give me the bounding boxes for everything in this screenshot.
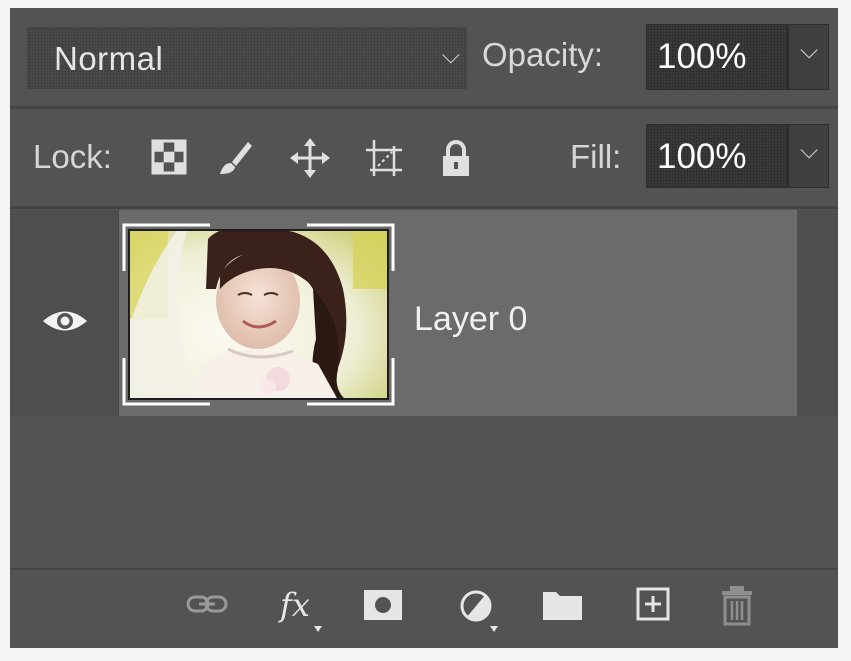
fill-dropdown-button[interactable]: ⌵: [788, 124, 829, 188]
layer-thumbnail-image: [128, 229, 389, 400]
svg-text:fx: fx: [278, 586, 310, 624]
layer-name[interactable]: Layer 0: [414, 300, 527, 339]
fill-label: Fill:: [570, 138, 622, 175]
blend-mode-select[interactable]: Normal ⌵: [27, 27, 467, 89]
layers-panel: Normal ⌵ Opacity: 100% ⌵ Lock: Fill: 100…: [10, 8, 838, 648]
fill-input[interactable]: 100%: [646, 124, 788, 188]
eye-icon: [43, 311, 87, 331]
divider: [10, 206, 838, 209]
lock-image-pixels-icon[interactable]: [212, 136, 256, 180]
fill-value: 100%: [657, 137, 747, 176]
chevron-down-icon: ⌵: [441, 42, 460, 69]
layer-visibility-toggle[interactable]: [10, 210, 118, 416]
lock-transparent-pixels-icon[interactable]: [148, 136, 192, 180]
blend-mode-value: Normal: [54, 40, 164, 77]
lock-all-icon[interactable]: [434, 136, 478, 180]
fx-layer-style-icon[interactable]: fx: [276, 582, 328, 643]
link-layers-icon[interactable]: [184, 584, 232, 629]
opacity-value: 100%: [657, 37, 747, 76]
footer-divider: [10, 568, 838, 570]
lock-label: Lock:: [33, 138, 112, 175]
opacity-input[interactable]: 100%: [646, 24, 788, 90]
blend-row: Normal ⌵ Opacity: 100% ⌵: [10, 8, 838, 108]
opacity-dropdown-button[interactable]: ⌵: [788, 24, 829, 90]
chevron-down-icon: ⌵: [800, 137, 819, 164]
new-layer-icon[interactable]: [632, 584, 676, 629]
adjustment-layer-icon[interactable]: [456, 582, 504, 643]
layer-thumbnail[interactable]: [122, 223, 395, 406]
delete-icon[interactable]: [716, 584, 760, 633]
add-mask-icon[interactable]: [362, 584, 406, 629]
chevron-down-icon: ⌵: [800, 37, 819, 64]
divider: [10, 106, 838, 109]
lock-position-icon[interactable]: [288, 136, 332, 180]
lock-artboard-icon[interactable]: [362, 136, 406, 180]
new-group-icon[interactable]: [540, 584, 588, 629]
opacity-label: Opacity:: [482, 36, 604, 73]
